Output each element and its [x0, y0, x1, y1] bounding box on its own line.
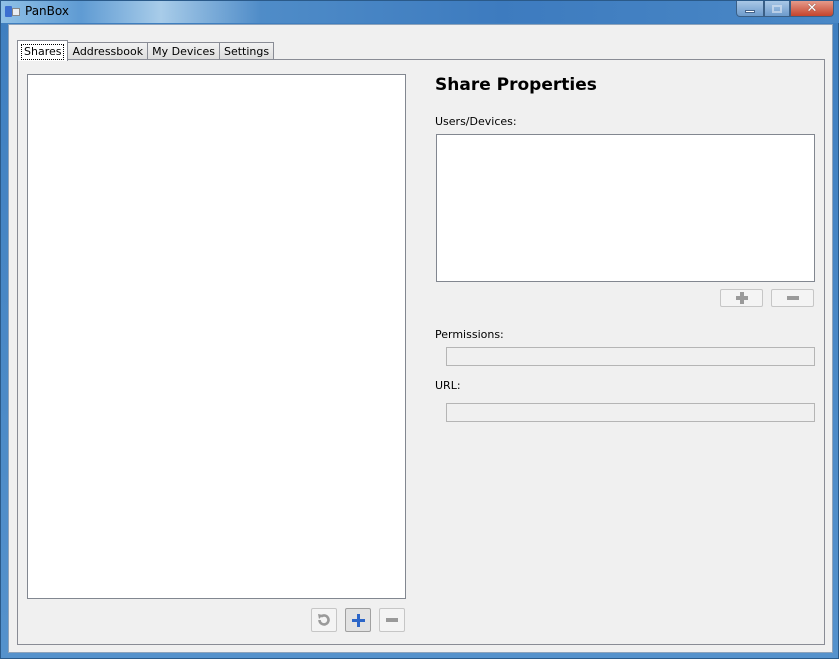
remove-user-button[interactable]	[771, 289, 814, 307]
client-area: Shares Addressbook My Devices Settings S…	[8, 24, 833, 653]
shares-list[interactable]	[27, 74, 406, 599]
close-icon: ✕	[806, 1, 818, 16]
tab-label: My Devices	[152, 45, 215, 58]
close-button[interactable]: ✕	[790, 1, 834, 17]
tab-my-devices[interactable]: My Devices	[147, 42, 220, 60]
plus-icon	[351, 613, 365, 627]
app-window: PanBox ✕ Shares Addressbook My Devices S…	[0, 0, 839, 659]
permissions-label: Permissions:	[435, 328, 504, 341]
minus-icon	[786, 296, 799, 300]
window-title: PanBox	[25, 4, 69, 18]
remove-share-button[interactable]	[379, 608, 405, 632]
tab-addressbook[interactable]: Addressbook	[67, 42, 149, 60]
minimize-icon	[745, 10, 755, 13]
minimize-button[interactable]	[736, 1, 764, 17]
window-controls: ✕	[736, 1, 834, 17]
tab-label: Shares	[21, 44, 65, 60]
shares-panel: Share Properties Users/Devices: Permissi…	[17, 59, 825, 645]
tab-settings[interactable]: Settings	[218, 42, 275, 60]
plus-icon	[735, 292, 748, 304]
app-icon	[5, 4, 21, 19]
tab-label: Settings	[223, 45, 270, 58]
maximize-icon	[772, 4, 782, 13]
refresh-button[interactable]	[311, 608, 337, 632]
share-properties-heading: Share Properties	[435, 75, 597, 95]
tab-bar: Shares Addressbook My Devices Settings	[17, 40, 275, 61]
url-label: URL:	[435, 379, 461, 392]
tab-label: Addressbook	[72, 45, 144, 58]
minus-icon	[386, 618, 398, 622]
users-devices-label: Users/Devices:	[435, 115, 517, 128]
users-devices-list[interactable]	[436, 134, 815, 282]
permissions-field[interactable]	[446, 347, 815, 366]
title-bar[interactable]: PanBox ✕	[1, 1, 839, 23]
url-field[interactable]	[446, 403, 815, 422]
add-share-button[interactable]	[345, 608, 371, 632]
tab-shares[interactable]: Shares	[17, 40, 69, 61]
maximize-button[interactable]	[764, 1, 790, 17]
refresh-icon	[318, 614, 330, 626]
add-user-button[interactable]	[720, 289, 763, 307]
